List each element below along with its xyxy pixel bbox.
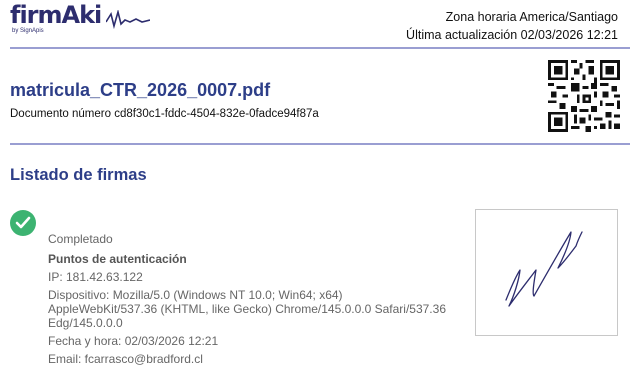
signature-image xyxy=(475,209,618,336)
signature-device: Dispositivo: Mozilla/5.0 (Windows NT 10.… xyxy=(48,288,446,330)
document-number: Documento número cd8f30c1-fddc-4504-832e… xyxy=(10,108,319,120)
last-update-label: Última actualización 02/03/2026 12:21 xyxy=(406,28,618,42)
signature-ip: IP: 181.42.63.122 xyxy=(48,270,143,284)
document-title: matricula_CTR_2026_0007.pdf xyxy=(10,80,271,100)
header-meta: Zona horaria America/Santiago Última act… xyxy=(406,8,618,44)
logo-subtitle: by SignApis xyxy=(12,28,44,34)
firmaki-logo: firmAki by SignApis xyxy=(10,2,150,36)
logo-text: firmAki xyxy=(10,1,102,29)
signature-status: Completado xyxy=(48,232,113,246)
signature-details: Completado Puntos de autenticación IP: 1… xyxy=(48,230,453,368)
document-divider xyxy=(10,143,630,145)
auth-points-heading: Puntos de autenticación xyxy=(48,252,187,266)
signatures-section-title: Listado de firmas xyxy=(10,166,147,184)
handwritten-signature xyxy=(505,231,583,307)
signature-email: Email: fcarrasco@bradford.cl xyxy=(48,352,203,366)
signature-datetime: Fecha y hora: 02/03/2026 12:21 xyxy=(48,334,219,348)
timezone-label: Zona horaria America/Santiago xyxy=(445,10,618,24)
qr-code-icon xyxy=(548,60,620,132)
header-divider xyxy=(10,47,630,49)
logo-wave-icon xyxy=(106,10,150,30)
completed-check-icon xyxy=(10,210,36,236)
